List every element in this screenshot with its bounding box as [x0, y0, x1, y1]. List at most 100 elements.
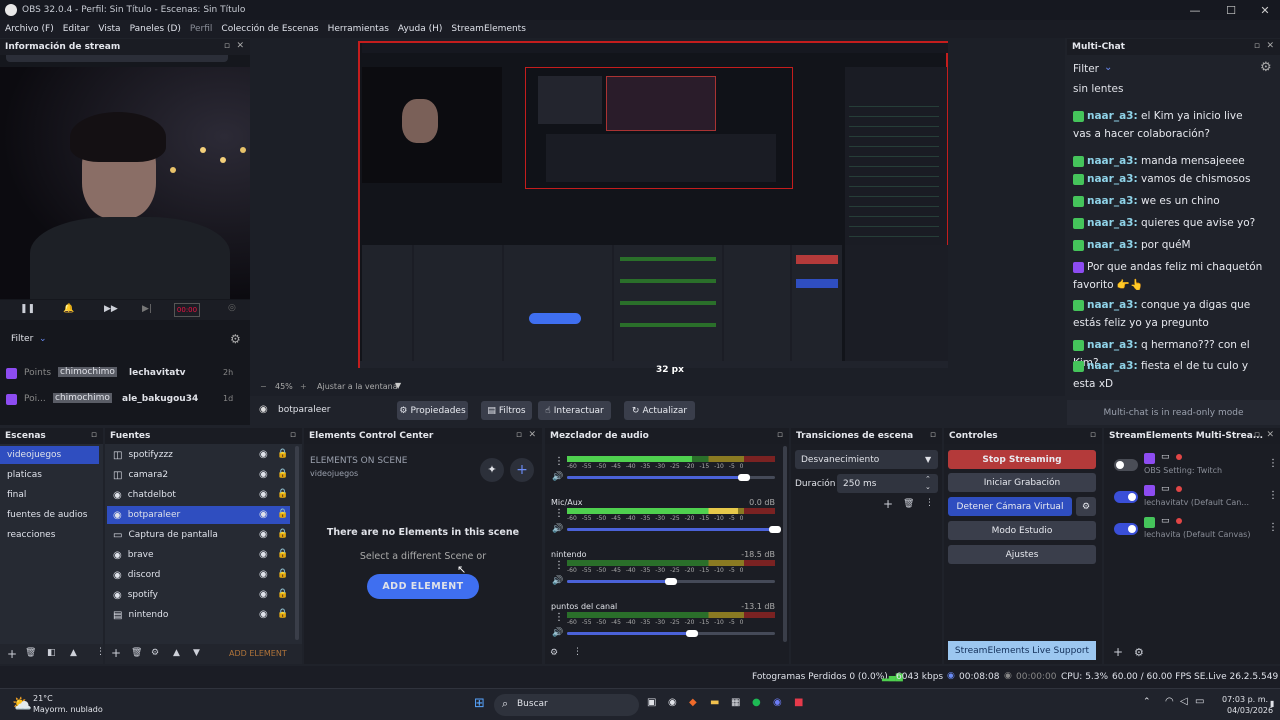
weather-desc[interactable]: Mayorm. nublado [33, 705, 103, 714]
lock-icon[interactable]: 🔒 [277, 549, 288, 559]
more-icon[interactable]: ⋮ [925, 498, 934, 508]
menu-streamelements[interactable]: StreamElements [451, 24, 526, 34]
lock-icon[interactable]: 🔒 [277, 449, 288, 459]
track-menu-icon[interactable]: ⋮ [554, 456, 564, 467]
settings-button[interactable]: Ajustes [948, 545, 1096, 564]
zoom-plus[interactable]: + [300, 382, 307, 391]
trash-icon[interactable]: 🗑 [25, 648, 36, 658]
source-item[interactable]: ◉ spotify ◉ 🔒 [107, 586, 290, 604]
source-item[interactable]: ▭ Captura de pantalla ◉ 🔒 [107, 526, 290, 544]
add-element-link[interactable]: ADD ELEMENT [229, 649, 287, 658]
ecc-add-element-button[interactable]: ADD ELEMENT [367, 574, 479, 599]
gear-icon[interactable]: ⚙ [151, 648, 159, 658]
zoom-minus[interactable]: − [260, 382, 267, 391]
scene-item[interactable]: final [0, 486, 26, 504]
taskbar-search[interactable]: ⌕ Buscar [494, 694, 639, 716]
source-item[interactable]: ◫ camara2 ◉ 🔒 [107, 466, 290, 484]
visibility-eye-icon[interactable]: ◉ [259, 529, 268, 540]
chat-user[interactable]: naar_a3: [1087, 239, 1138, 251]
sources-scrollbar[interactable] [295, 446, 299, 640]
chat-user[interactable]: naar_a3: [1087, 360, 1138, 372]
source-item[interactable]: ◉ discord ◉ 🔒 [107, 566, 290, 584]
more-icon[interactable]: ⋮ [573, 647, 582, 657]
speaker-icon[interactable]: 🔊 [552, 472, 563, 482]
close-window-button[interactable]: ✕ [1248, 0, 1280, 20]
chat-user[interactable]: naar_a3: [1087, 339, 1138, 351]
visibility-eye-icon[interactable]: ◉ [259, 489, 268, 500]
close-icon[interactable]: ✕ [1266, 41, 1274, 51]
float-icon[interactable]: ▫ [290, 430, 296, 440]
menu-perfil[interactable]: Perfil [190, 24, 213, 34]
app-icon[interactable]: ■ [794, 697, 803, 708]
source-item[interactable]: ▤ nintendo ◉ 🔒 [107, 606, 290, 624]
menu-archivo[interactable]: Archivo (F) [5, 24, 54, 34]
chevron-down-icon[interactable]: ⌄ [39, 334, 47, 344]
gear-icon[interactable]: ⚙ [1134, 646, 1144, 659]
visibility-eye-icon[interactable]: ◉ [259, 549, 268, 560]
trash-icon[interactable]: 🗑 [131, 648, 142, 658]
store-icon[interactable]: ▦ [731, 697, 740, 708]
filter-label[interactable]: Filter [11, 334, 33, 344]
close-icon[interactable]: ✕ [528, 430, 536, 440]
clock-date[interactable]: 04/03/2026 [1227, 706, 1273, 715]
source-item[interactable]: ◉ botparaleer ◉ 🔒 [107, 506, 290, 524]
menu-vista[interactable]: Vista [98, 24, 120, 34]
track-menu-icon[interactable]: ⋮ [554, 508, 564, 519]
stop-virtual-cam-button[interactable]: Detener Cámara Virtual [948, 497, 1072, 516]
chat-user[interactable]: naar_a3: [1087, 217, 1138, 229]
properties-button[interactable]: ⚙ Propiedades [397, 401, 468, 420]
float-icon[interactable]: ▫ [91, 430, 97, 440]
interact-button[interactable]: ☝ Interactuar [538, 401, 611, 420]
refresh-button[interactable]: ↻ Actualizar [624, 401, 695, 420]
brave-icon[interactable]: ◆ [689, 697, 697, 708]
move-up-icon[interactable]: ▲ [173, 648, 180, 658]
lock-icon[interactable]: 🔒 [277, 589, 288, 599]
chevron-down-icon[interactable]: ⌄ [1104, 62, 1112, 73]
float-icon[interactable]: ▫ [930, 430, 936, 440]
lock-icon[interactable]: 🔒 [277, 609, 288, 619]
add-output-icon[interactable]: + [1113, 645, 1123, 659]
chat-user[interactable]: naar_a3: [1087, 155, 1138, 167]
add-source-icon[interactable]: + [111, 646, 121, 660]
spotify-icon[interactable]: ● [752, 697, 761, 708]
lock-icon[interactable]: 🔒 [277, 489, 288, 499]
visibility-eye-icon[interactable]: ◉ [259, 589, 268, 600]
minimize-button[interactable]: — [1178, 0, 1212, 20]
speaker-icon[interactable]: 🔊 [552, 524, 563, 534]
float-icon[interactable]: ▫ [1090, 430, 1096, 440]
more-icon[interactable]: ⋮ [1268, 490, 1278, 501]
stepper-up-icon[interactable]: ⌃ [925, 475, 931, 483]
clock-time[interactable]: 07:03 p. m. [1222, 695, 1268, 704]
track-menu-icon[interactable]: ⋮ [554, 560, 564, 571]
maximize-button[interactable]: ☐ [1214, 0, 1248, 20]
add-scene-icon[interactable]: + [7, 647, 17, 661]
stepper-down-icon[interactable]: ⌄ [925, 483, 931, 491]
filter-scene-icon[interactable]: ◧ [47, 648, 56, 658]
visibility-eye-icon[interactable]: ◉ [259, 609, 268, 620]
menu-editar[interactable]: Editar [63, 24, 90, 34]
output-toggle[interactable] [1114, 491, 1138, 503]
output-toggle[interactable] [1114, 523, 1138, 535]
windows-start-icon[interactable]: ⊞ [474, 696, 485, 711]
chat-user[interactable]: naar_a3: [1087, 195, 1138, 207]
wifi-icon[interactable]: ◠ [1165, 696, 1174, 707]
float-icon[interactable]: ▫ [1254, 430, 1260, 440]
vcam-settings-gear-icon[interactable]: ⚙ [1076, 497, 1096, 516]
bell-icon[interactable]: 🔔 [63, 304, 74, 314]
menu-coleccion[interactable]: Colección de Escenas [221, 24, 318, 34]
visibility-eye-icon[interactable]: ◉ [259, 449, 268, 460]
transition-select[interactable]: Desvanecimiento ▼ [795, 450, 938, 469]
menu-paneles[interactable]: Paneles (D) [130, 24, 181, 34]
more-icon[interactable]: ⋮ [1268, 522, 1278, 533]
obs-taskbar-icon[interactable]: ◉ [668, 697, 677, 708]
add-icon[interactable]: + [510, 458, 534, 482]
lock-icon[interactable]: 🔒 [277, 469, 288, 479]
menu-herramientas[interactable]: Herramientas [328, 24, 389, 34]
lock-icon[interactable]: 🔒 [277, 529, 288, 539]
task-view-icon[interactable]: ▣ [647, 697, 656, 708]
start-recording-button[interactable]: Iniciar Grabación [948, 473, 1096, 492]
battery-icon[interactable]: ▭ [1195, 696, 1204, 707]
tray-chevron-icon[interactable]: ⌃ [1143, 697, 1151, 707]
float-icon[interactable]: ▫ [777, 430, 783, 440]
output-toggle[interactable] [1114, 459, 1138, 471]
